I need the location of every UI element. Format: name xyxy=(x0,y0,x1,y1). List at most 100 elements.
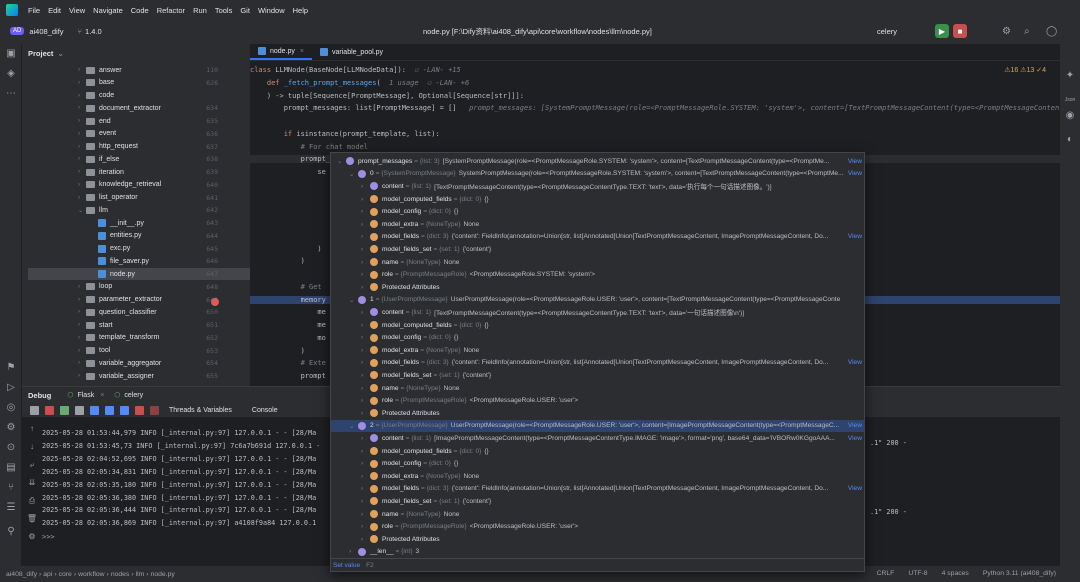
stop-debug-icon[interactable] xyxy=(45,405,54,415)
chevron-right-icon[interactable]: › xyxy=(361,485,370,492)
menu-run[interactable]: Run xyxy=(189,6,211,15)
menu-refactor[interactable]: Refactor xyxy=(153,6,189,15)
mute-breakpoints-icon[interactable] xyxy=(150,405,159,415)
variable-row[interactable]: › name = {NoneType} None xyxy=(331,256,864,269)
chevron-right-icon[interactable]: › xyxy=(361,196,370,203)
menu-git[interactable]: Git xyxy=(236,6,254,15)
code-line[interactable]: ) xyxy=(250,245,321,253)
run-config-selector[interactable]: celery xyxy=(877,27,897,36)
menu-window[interactable]: Window xyxy=(254,6,289,15)
variable-row[interactable]: › model_config = {dict: 0}{} xyxy=(331,331,864,344)
chevron-right-icon[interactable]: › xyxy=(361,259,370,266)
stop-icon[interactable]: ■ xyxy=(953,24,967,38)
ai-assistant-icon[interactable]: ✦ xyxy=(1064,70,1076,82)
chevron-right-icon[interactable]: › xyxy=(361,372,370,379)
variable-row[interactable]: › name = {NoneType} None xyxy=(331,508,864,521)
rerun-icon[interactable] xyxy=(30,405,39,415)
project-name[interactable]: ai408_dify xyxy=(29,27,63,36)
chevron-down-icon[interactable]: ⌄ xyxy=(349,170,358,178)
variable-row[interactable]: › role = {PromptMessageRole} <PromptMessage… xyxy=(331,268,864,281)
variable-row[interactable]: ⌄ 1 = {UserPromptMessage} UserPromptMessage… xyxy=(331,294,864,307)
pause-icon[interactable] xyxy=(75,405,84,415)
code-line[interactable]: prompt_messages: list[PromptMessage] = [… xyxy=(250,104,1059,112)
variable-row[interactable]: › content = {list: 1} [TextPromptMessageCon… xyxy=(331,180,864,193)
todo-tool-icon[interactable]: ☰ xyxy=(5,502,17,514)
variable-row[interactable]: › __len__ = {int} 3 xyxy=(331,546,864,559)
variable-row[interactable]: › name = {NoneType} None xyxy=(331,382,864,395)
chevron-down-icon[interactable]: ⌄ xyxy=(349,422,358,430)
step-over-icon[interactable] xyxy=(90,405,99,415)
debug-tab-flask[interactable]: Flask xyxy=(77,392,94,399)
debug-tab-celery[interactable]: celery xyxy=(124,392,143,399)
chevron-right-icon[interactable]: › xyxy=(349,548,358,555)
menu-edit[interactable]: Edit xyxy=(44,6,65,15)
view-link[interactable]: View xyxy=(845,422,862,430)
settings-icon[interactable]: ⚙ xyxy=(1002,26,1011,37)
variable-inspect-popup[interactable]: ⌄ prompt_messages = {list: 3} [SystemPrompt… xyxy=(330,152,865,572)
services-icon[interactable]: ⚙ xyxy=(5,422,17,434)
chevron-right-icon[interactable]: › xyxy=(361,435,370,442)
console-prompt[interactable]: >>> xyxy=(42,533,55,541)
breadcrumb-item[interactable]: node.py xyxy=(151,571,175,578)
trash-icon[interactable]: 🗑 xyxy=(26,513,38,525)
chevron-right-icon[interactable]: › xyxy=(361,309,370,316)
view-link[interactable]: View xyxy=(845,485,862,493)
code-line[interactable]: prompt xyxy=(250,372,326,380)
subtab-threads-variables[interactable]: Threads & Variables xyxy=(169,407,232,414)
variable-row[interactable]: › model_config = {dict: 0}{} xyxy=(331,205,864,218)
chevron-right-icon[interactable]: › xyxy=(361,448,370,455)
problems-icon[interactable]: ⊙ xyxy=(5,442,17,454)
variable-row[interactable]: › Protected Attributes xyxy=(331,281,864,294)
chevron-right-icon[interactable]: › xyxy=(361,271,370,278)
chevron-right-icon[interactable]: › xyxy=(361,322,370,329)
chevron-right-icon[interactable]: › xyxy=(361,397,370,404)
chevron-right-icon[interactable]: › xyxy=(361,246,370,253)
arrow-down-icon[interactable]: ↓ xyxy=(26,441,38,453)
chevron-right-icon[interactable]: › xyxy=(361,523,370,530)
breadcrumb-item[interactable]: core xyxy=(59,571,72,578)
breadcrumb-item[interactable]: nodes xyxy=(111,571,130,578)
view-link[interactable]: View xyxy=(845,170,862,178)
notifications-icon[interactable]: ⚲ xyxy=(5,526,17,538)
variable-row[interactable]: › model_extra = {NoneType} None xyxy=(331,218,864,231)
print-icon[interactable]: ⎙ xyxy=(26,495,38,507)
chevron-right-icon[interactable]: › xyxy=(361,385,370,392)
debug-running-icon[interactable]: ▶ xyxy=(935,24,949,38)
database-icon[interactable]: ◉ xyxy=(1064,110,1076,122)
chevron-right-icon[interactable]: › xyxy=(361,284,370,291)
code-line[interactable]: def _fetch_prompt_messages( 1 usage ⚇ -L… xyxy=(250,79,469,87)
chevron-right-icon[interactable]: › xyxy=(361,359,370,366)
chevron-right-icon[interactable]: › xyxy=(361,473,370,480)
variable-row[interactable]: › model_config = {dict: 0}{} xyxy=(331,457,864,470)
terminal-icon[interactable]: ▤ xyxy=(5,462,17,474)
arrow-up-icon[interactable]: ↑ xyxy=(26,423,38,435)
variable-row[interactable]: › role = {PromptMessageRole} <PromptMessage… xyxy=(331,520,864,533)
breakpoints-icon[interactable] xyxy=(135,405,144,415)
chevron-right-icon[interactable]: › xyxy=(361,498,370,505)
code-line[interactable]: ) xyxy=(250,347,305,355)
code-line[interactable]: # For chat model xyxy=(250,143,368,151)
variable-row[interactable]: › model_fields = {dict: 3} {'content': Fiel… xyxy=(331,231,864,244)
view-link[interactable]: View xyxy=(845,434,862,442)
variable-row[interactable]: › model_fields_set = {set: 1} {'content'} xyxy=(331,495,864,508)
user-icon[interactable]: ◯ xyxy=(1046,26,1057,37)
variable-row[interactable]: › model_fields = {dict: 3} {'content': Fiel… xyxy=(331,357,864,370)
chevron-right-icon[interactable]: › xyxy=(361,208,370,215)
breadcrumb-item[interactable]: ai408_dify xyxy=(6,571,37,578)
chevron-right-icon[interactable]: › xyxy=(361,347,370,354)
view-link[interactable]: View xyxy=(845,157,862,165)
search-icon[interactable]: ⌕ xyxy=(1024,26,1030,37)
soft-wrap-icon[interactable]: ⤶ xyxy=(26,459,38,471)
chevron-right-icon[interactable]: › xyxy=(361,460,370,467)
json-tool-icon[interactable]: Json xyxy=(1064,94,1076,106)
variable-row[interactable]: › content = {list: 1} [ImagePromptMessageCo… xyxy=(331,432,864,445)
chevron-down-icon[interactable]: ⌄ xyxy=(349,296,358,304)
variable-row[interactable]: › role = {PromptMessageRole} <PromptMessage… xyxy=(331,394,864,407)
variable-row[interactable]: › model_computed_fields = {dict: 0}{} xyxy=(331,445,864,458)
chevron-right-icon[interactable]: › xyxy=(361,511,370,518)
chevron-right-icon[interactable]: › xyxy=(361,233,370,240)
status-item[interactable]: Python 3.11 (ai408_dify) xyxy=(983,570,1056,577)
variable-row[interactable]: › model_fields = {dict: 3} {'content': Fiel… xyxy=(331,483,864,496)
set-value-link[interactable]: Set value xyxy=(333,562,360,569)
project-badge[interactable]: AD xyxy=(10,27,25,35)
